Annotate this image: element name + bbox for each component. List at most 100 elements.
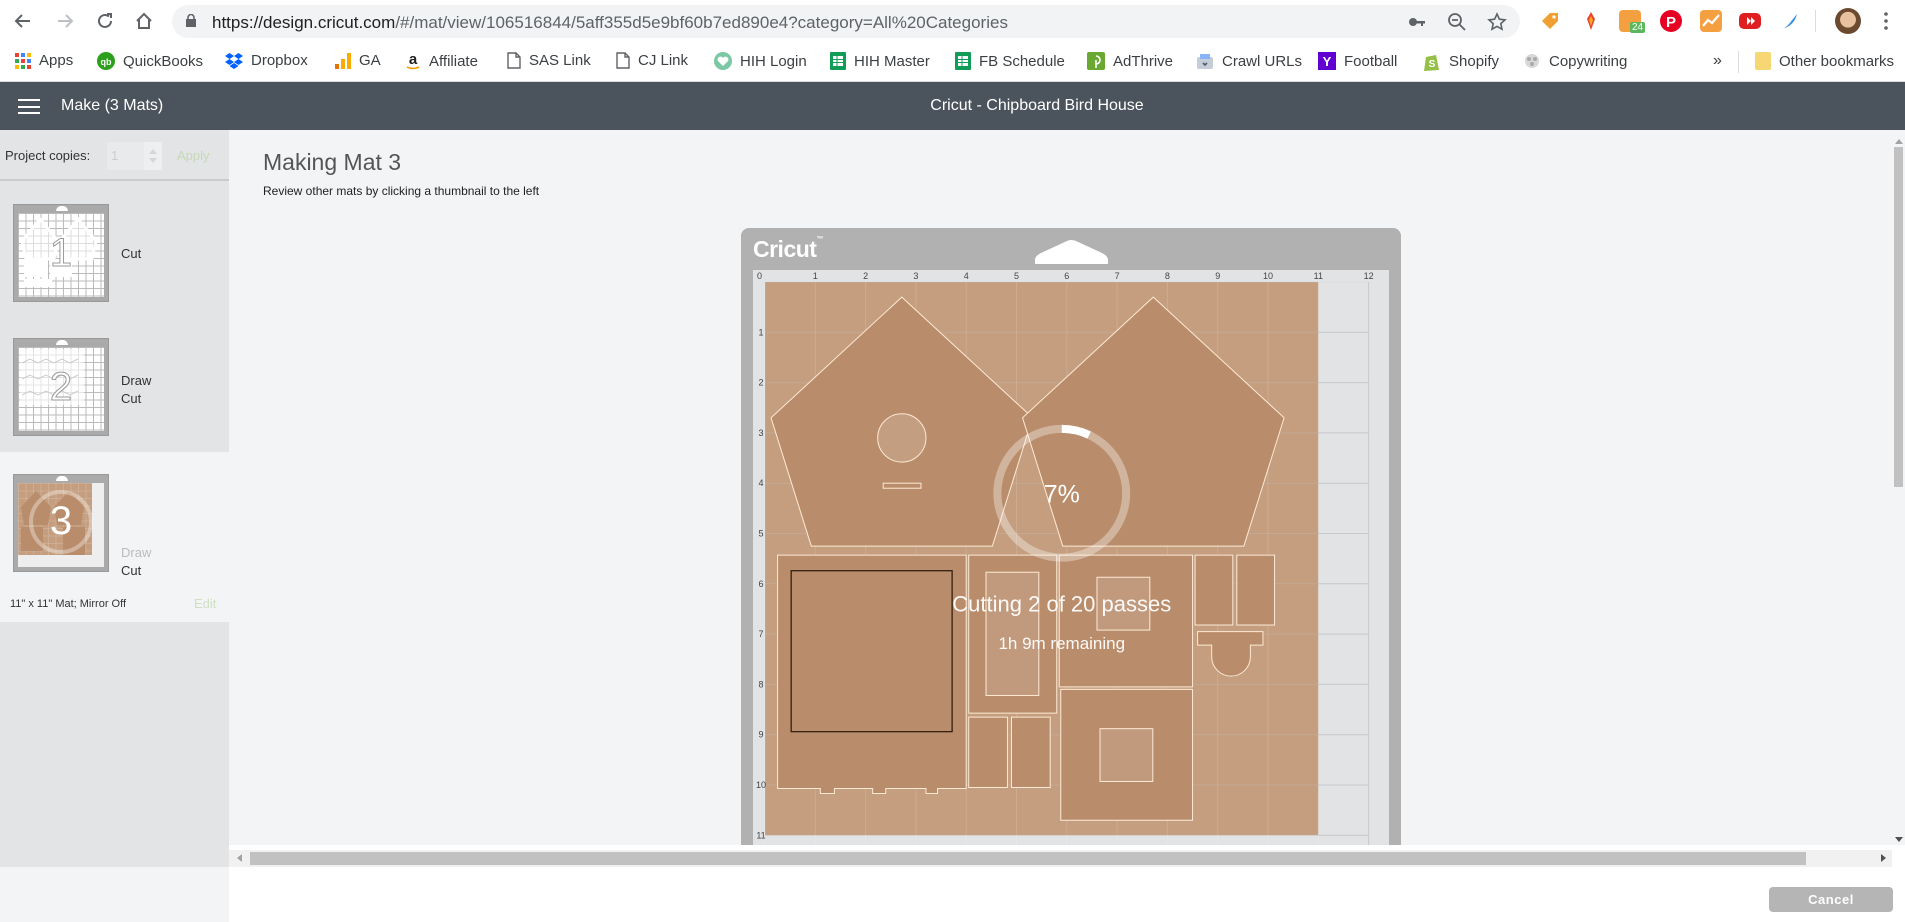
ruler-x-label: 12 — [1364, 271, 1374, 281]
bookmark-shopify[interactable]: S Shopify — [1423, 52, 1499, 71]
key-icon[interactable] — [1407, 12, 1427, 32]
bookmark-hih-master[interactable]: HIH Master — [830, 52, 930, 70]
forward-button[interactable] — [52, 8, 78, 34]
mat-thumbnail-3[interactable]: 3 — [13, 474, 109, 572]
analytics-extension-icon[interactable] — [1700, 10, 1722, 32]
project-copies-stepper[interactable]: 1 — [107, 142, 162, 170]
lock-icon — [186, 14, 196, 27]
home-icon — [136, 12, 152, 29]
bookmark-hih-login[interactable]: HIH Login — [714, 52, 807, 70]
project-copies-row: Project copies: 1 Apply — [0, 130, 229, 181]
bookmark-fb-schedule[interactable]: FB Schedule — [955, 52, 1065, 70]
mat-item-3[interactable]: 3 Draw Cut 11" x 11" Mat; Mirror Off Edi… — [0, 452, 229, 622]
cricut-logo-text: Cricut — [753, 236, 817, 262]
svg-text:P: P — [1666, 14, 1676, 31]
url-text: https://design.cricut.com/#/mat/view/106… — [212, 13, 1008, 33]
apps-grid-icon — [15, 52, 31, 69]
mat-3-edit-button[interactable]: Edit — [194, 596, 216, 611]
ruler-y-label: 2 — [758, 378, 763, 388]
address-bar[interactable]: https://design.cricut.com/#/mat/view/106… — [172, 5, 1520, 38]
mat-thumbnail-1[interactable]: 1 — [13, 204, 109, 302]
apply-button[interactable]: Apply — [177, 148, 210, 163]
horizontal-scroll-thumb[interactable] — [250, 852, 1806, 865]
bookmark-dropbox[interactable]: Dropbox — [225, 52, 308, 69]
bookmark-quickbooks[interactable]: qb QuickBooks — [97, 52, 203, 70]
bookmark-star-icon[interactable] — [1487, 12, 1507, 32]
more-bookmarks-button[interactable]: » — [1713, 52, 1722, 70]
bookmark-apps[interactable]: Apps — [15, 52, 73, 69]
stepper-arrows[interactable] — [144, 142, 162, 170]
bookmark-football[interactable]: Y Football — [1318, 52, 1397, 70]
scroll-right-icon[interactable] — [1881, 854, 1886, 862]
mat-2-modes: Draw Cut — [121, 372, 151, 408]
mat-2-mode-cut: Cut — [121, 391, 142, 406]
vertical-scroll-thumb[interactable] — [1894, 147, 1903, 487]
bookmark-label: Apps — [39, 52, 74, 69]
making-mat-title: Making Mat 3 — [263, 149, 402, 175]
mat-notch — [56, 340, 68, 345]
ruler-x-label: 8 — [1165, 271, 1170, 281]
home-button[interactable] — [131, 8, 157, 34]
scroll-left-icon[interactable] — [237, 854, 242, 862]
bookmark-label: Copywriting — [1549, 52, 1628, 70]
bookmark-ga[interactable]: GA — [335, 52, 381, 69]
bird-extension-icon[interactable] — [1779, 10, 1801, 32]
stepper-up-icon[interactable] — [149, 149, 157, 154]
app-header: Make (3 Mats) Cricut - Chipboard Bird Ho… — [0, 82, 1905, 130]
pinterest-extension-icon[interactable]: P — [1660, 10, 1682, 32]
vertical-scrollbar[interactable] — [1892, 137, 1905, 845]
bookmark-sas-link[interactable]: SAS Link — [507, 52, 591, 69]
back-button[interactable] — [10, 8, 36, 34]
bookmark-other-bookmarks[interactable]: Other bookmarks — [1755, 52, 1894, 70]
ruler-x-label: 6 — [1064, 271, 1069, 281]
flame-extension-icon[interactable] — [1580, 10, 1602, 32]
cancel-button[interactable]: Cancel — [1769, 887, 1893, 912]
chevron-double-right-icon: » — [1713, 52, 1722, 69]
mat-notch — [56, 206, 68, 211]
svg-text:S: S — [1429, 59, 1436, 70]
bookmark-label: HIH Master — [854, 52, 930, 70]
horizontal-scrollbar[interactable] — [229, 850, 1892, 867]
ruler-x-label: 9 — [1215, 271, 1220, 281]
mat-item-1[interactable]: 1 Cut — [0, 182, 229, 315]
mat-board: 0 1 2 3 4 5 6 7 8 9 10 11 12 1 2 3 4 5 6 7 8 9 10 11 7% Cutting 2… — [753, 270, 1389, 845]
base-piece — [777, 554, 967, 795]
more-menu-icon[interactable] — [1884, 12, 1888, 30]
bookmark-label: CJ Link — [638, 52, 689, 69]
page-icon — [616, 52, 630, 69]
bookmark-crawl-urls[interactable]: Crawl URLs — [1196, 52, 1302, 70]
quickbooks-icon: qb — [97, 52, 115, 70]
bookmarks-divider — [1738, 51, 1739, 73]
arrow-left-icon — [14, 14, 30, 28]
mat-item-2[interactable]: 2 Draw Cut — [0, 316, 229, 452]
bookmark-label: QuickBooks — [123, 52, 204, 70]
stepper-down-icon[interactable] — [149, 158, 157, 163]
bookmark-copywriting[interactable]: Copywriting — [1523, 52, 1627, 70]
bookmark-affiliate[interactable]: a Affiliate — [405, 52, 478, 70]
bookmark-label: Affiliate — [429, 52, 478, 70]
ruler-y-label: 8 — [758, 679, 763, 689]
adthrive-icon — [1087, 52, 1105, 70]
svg-text:a: a — [409, 52, 418, 68]
bookmark-label: Dropbox — [251, 52, 308, 69]
roof-panel-window — [1099, 728, 1154, 782]
ruler-x-label: 3 — [913, 271, 918, 281]
profile-avatar[interactable] — [1835, 8, 1861, 34]
mat-2-mode-draw: Draw — [121, 373, 152, 388]
amazon-assistant-extension-icon[interactable] — [1539, 10, 1561, 32]
entrance-hole-cut — [877, 413, 927, 463]
mat-1-mode-cut: Cut — [121, 246, 142, 261]
zoom-out-icon[interactable] — [1447, 12, 1467, 32]
amazon-icon: a — [406, 52, 420, 70]
bookmark-cj-link[interactable]: CJ Link — [616, 52, 688, 69]
small-tab-piece — [1236, 554, 1276, 626]
bookmark-adthrive[interactable]: AdThrive — [1087, 52, 1173, 70]
video-extension-icon[interactable] — [1739, 13, 1761, 29]
scroll-down-icon[interactable] — [1895, 837, 1903, 842]
bookmark-label: Shopify — [1449, 53, 1500, 70]
scroll-up-icon[interactable] — [1895, 139, 1903, 144]
mat-thumbnail-2[interactable]: 2 — [13, 338, 109, 436]
mat-grid-svg: 0 1 2 3 4 5 6 7 8 9 10 11 1212345678910117%Cutting 2… — [756, 271, 1374, 845]
mats-sidebar: Project copies: 1 Apply 1 Cut 2 Draw Cut… — [0, 130, 229, 922]
reload-button[interactable] — [92, 8, 118, 34]
